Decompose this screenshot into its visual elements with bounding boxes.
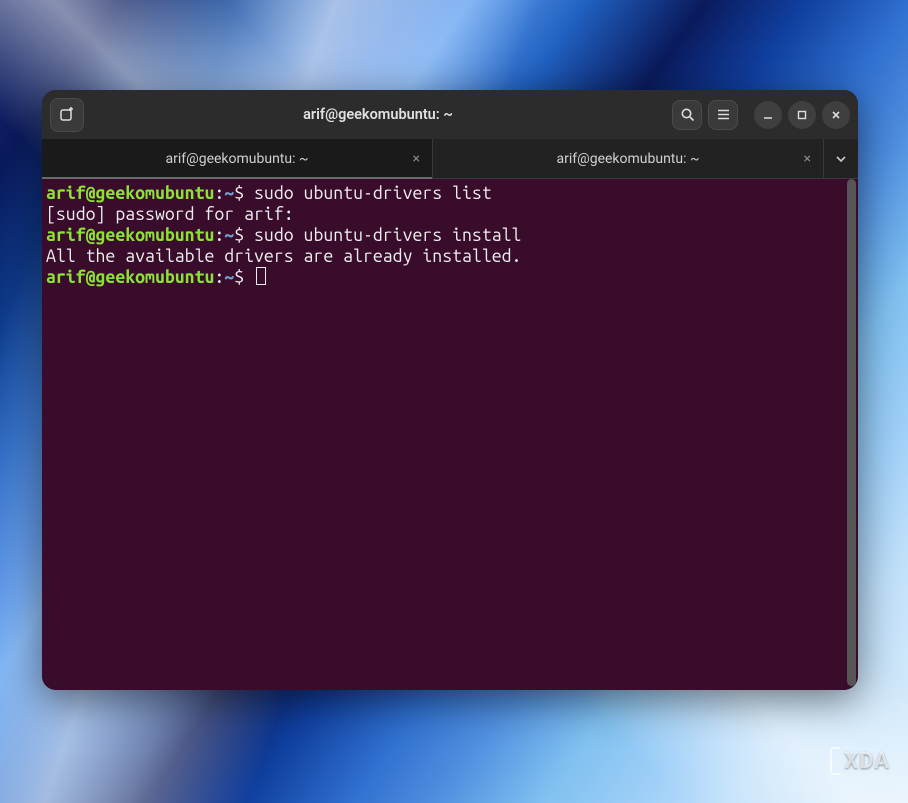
prompt-symbol: $ (234, 184, 244, 203)
command-text: sudo ubuntu-drivers install (254, 226, 521, 245)
prompt-cwd: ~ (224, 268, 234, 287)
tab-title: arif@geekomubuntu: ~ (166, 151, 309, 167)
terminal-line: arif@geekomubuntu:~$ (46, 267, 852, 288)
search-button[interactable] (672, 100, 702, 130)
prompt-colon: : (214, 226, 224, 245)
minimize-icon (762, 109, 774, 121)
terminal-line: arif@geekomubuntu:~$ sudo ubuntu-drivers… (46, 183, 852, 204)
close-icon (830, 109, 842, 121)
terminal-output: All the available drivers are already in… (46, 246, 852, 267)
tab-dropdown-button[interactable] (824, 139, 858, 178)
prompt-user-host: arif@geekomubuntu (46, 184, 214, 203)
tab-title: arif@geekomubuntu: ~ (557, 151, 700, 167)
search-icon (680, 107, 695, 122)
terminal-line: arif@geekomubuntu:~$ sudo ubuntu-drivers… (46, 225, 852, 246)
watermark-bracket-icon (830, 747, 840, 775)
close-button[interactable] (822, 101, 850, 129)
prompt-cwd: ~ (224, 184, 234, 203)
prompt-user-host: arif@geekomubuntu (46, 268, 214, 287)
maximize-icon (796, 109, 808, 121)
terminal-body[interactable]: arif@geekomubuntu:~$ sudo ubuntu-drivers… (42, 179, 858, 690)
prompt-colon: : (214, 184, 224, 203)
new-tab-button[interactable] (50, 98, 84, 132)
tab-2[interactable]: arif@geekomubuntu: ~ × (433, 139, 824, 178)
tab-close-button[interactable]: × (413, 151, 420, 167)
prompt-cwd: ~ (224, 226, 234, 245)
maximize-button[interactable] (788, 101, 816, 129)
command-text: sudo ubuntu-drivers list (254, 184, 492, 203)
hamburger-icon (716, 107, 731, 122)
tab-bar: arif@geekomubuntu: ~ × arif@geekomubuntu… (42, 139, 858, 179)
terminal-output: [sudo] password for arif: (46, 204, 852, 225)
window-title: arif@geekomubuntu: ~ (90, 106, 666, 123)
minimize-button[interactable] (754, 101, 782, 129)
watermark-text: XDA (844, 749, 890, 774)
prompt-symbol: $ (234, 226, 244, 245)
titlebar: arif@geekomubuntu: ~ (42, 90, 858, 139)
prompt-symbol: $ (234, 268, 244, 287)
menu-button[interactable] (708, 100, 738, 130)
new-tab-icon (59, 107, 75, 123)
watermark: XDA (830, 747, 890, 775)
chevron-down-icon (835, 153, 847, 165)
terminal-window: arif@geekomubuntu: ~ (42, 90, 858, 690)
tab-1[interactable]: arif@geekomubuntu: ~ × (42, 139, 433, 178)
prompt-colon: : (214, 268, 224, 287)
tab-close-button[interactable]: × (804, 151, 811, 167)
prompt-user-host: arif@geekomubuntu (46, 226, 214, 245)
scrollbar[interactable] (847, 179, 856, 686)
cursor (256, 267, 266, 285)
